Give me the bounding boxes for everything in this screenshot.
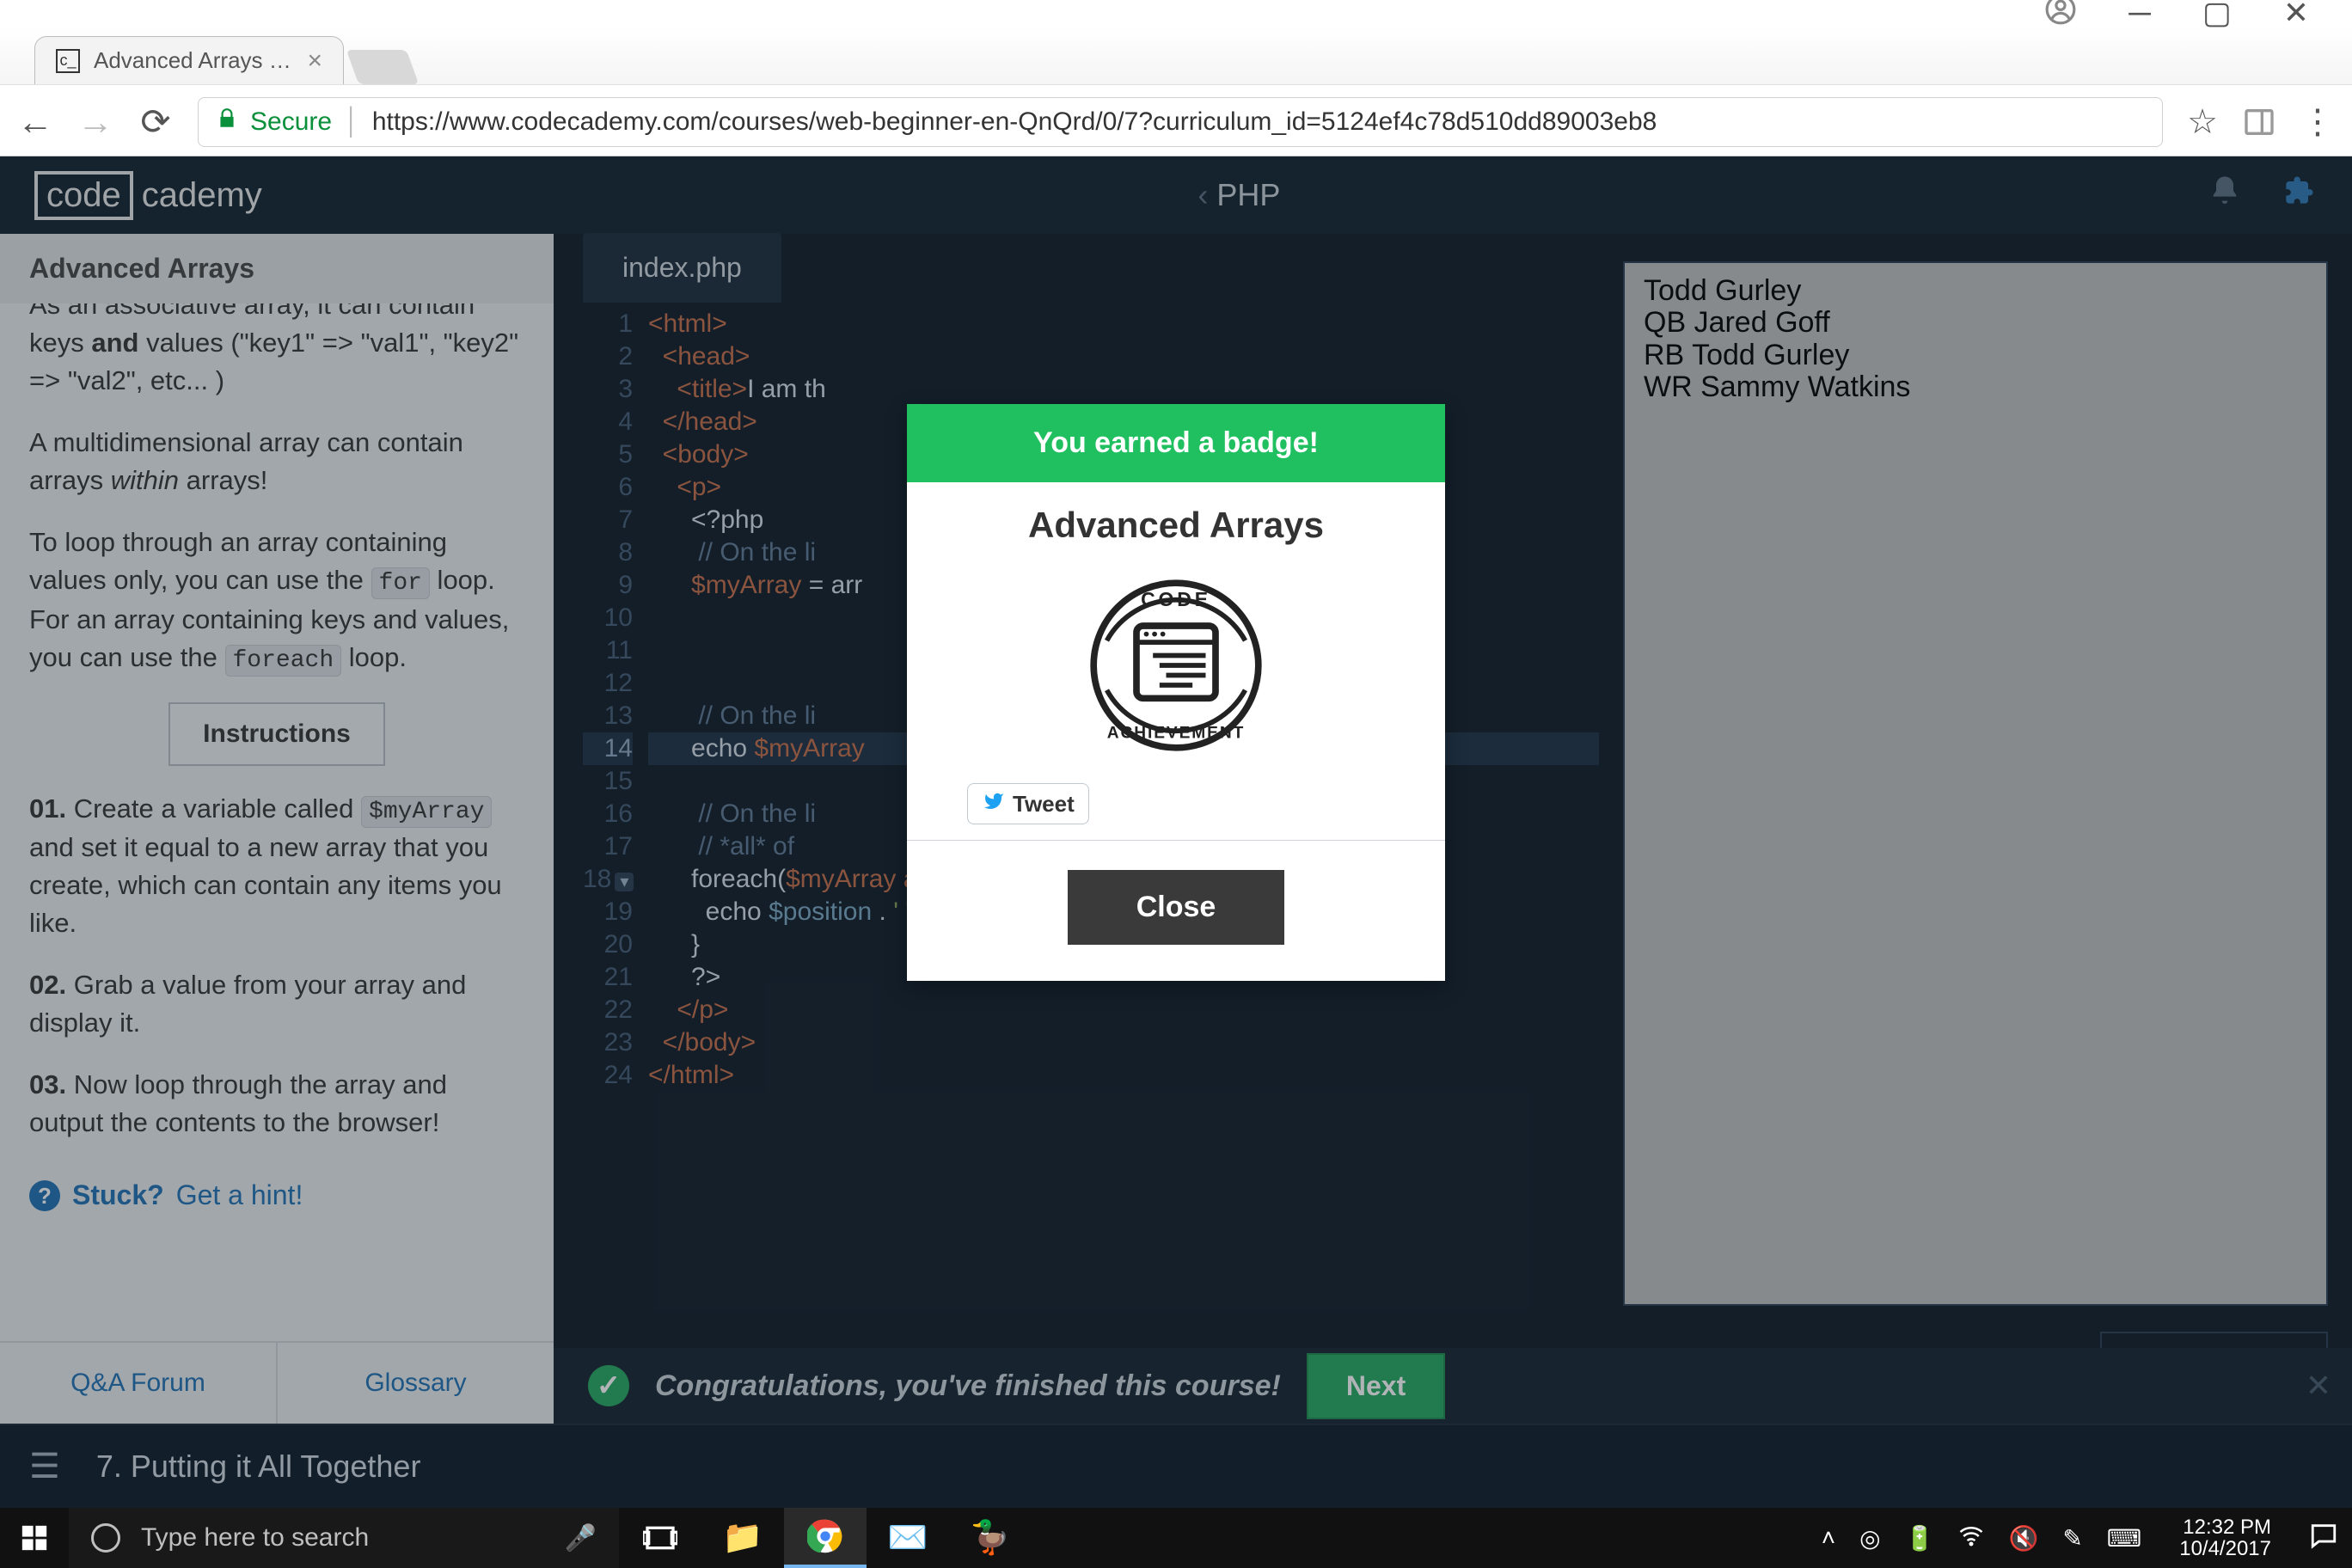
browser-tab[interactable]: c_ Advanced Arrays | Codec × xyxy=(34,36,344,84)
action-center-icon[interactable] xyxy=(2309,1521,2338,1556)
secure-label: Secure xyxy=(250,107,332,137)
chrome-menu-icon[interactable]: ⋮ xyxy=(2300,102,2335,142)
tray-location-icon[interactable]: ◎ xyxy=(1859,1524,1880,1553)
clock-date: 10/4/2017 xyxy=(2179,1538,2271,1559)
profile-icon[interactable] xyxy=(2044,0,2077,34)
taskbar-clock[interactable]: 12:32 PM 10/4/2017 xyxy=(2165,1516,2285,1559)
new-tab-button[interactable] xyxy=(346,50,420,84)
system-tray: ˄ ◎ 🔋 🔇 ✎ ⌨ 12:32 PM 10/4/2017 xyxy=(1808,1516,2352,1559)
tab-title: Advanced Arrays | Codec xyxy=(94,47,293,74)
clock-time: 12:32 PM xyxy=(2179,1516,2271,1538)
url-text: https://www.codecademy.com/courses/web-b… xyxy=(372,107,1657,137)
badge-modal: You earned a badge! Advanced Arrays CODE… xyxy=(907,404,1445,981)
tray-keyboard-icon[interactable]: ⌨ xyxy=(2107,1524,2141,1553)
panels-icon[interactable] xyxy=(2242,105,2276,139)
app-area: codecademy ‹PHP Advanced Arrays As an as… xyxy=(0,156,2352,1508)
address-bar: ← → ⟳ Secure │ https://www.codecademy.co… xyxy=(0,84,2352,158)
modal-banner: You earned a badge! xyxy=(907,404,1445,482)
file-explorer-icon[interactable]: 📁 xyxy=(701,1508,784,1568)
duck-icon[interactable]: 🦆 xyxy=(949,1508,1032,1568)
badge-icon: CODE ACHIEVEMENT xyxy=(1077,567,1275,764)
tweet-label: Tweet xyxy=(1013,791,1075,818)
close-tab-icon[interactable]: × xyxy=(307,46,322,76)
tweet-button[interactable]: Tweet xyxy=(967,783,1089,824)
forward-button: → xyxy=(77,101,113,143)
modal-title: Advanced Arrays xyxy=(907,482,1445,554)
windows-taskbar: Type here to search 🎤 📁 ✉️ 🦆 ˄ ◎ 🔋 🔇 ✎ ⌨… xyxy=(0,1508,2352,1568)
taskbar-search[interactable]: Type here to search 🎤 xyxy=(69,1508,619,1568)
svg-text:ACHIEVEMENT: ACHIEVEMENT xyxy=(1107,724,1246,742)
svg-text:CODE: CODE xyxy=(1141,588,1211,610)
tray-pen-icon[interactable]: ✎ xyxy=(2062,1524,2082,1553)
microphone-icon[interactable]: 🎤 xyxy=(565,1523,597,1553)
reload-button[interactable]: ⟳ xyxy=(138,101,174,143)
twitter-icon xyxy=(982,789,1006,818)
tray-volume-icon[interactable]: 🔇 xyxy=(2008,1524,2038,1553)
minimize-button[interactable]: ─ xyxy=(2128,0,2151,31)
close-button[interactable]: Close xyxy=(1068,870,1285,945)
cortana-icon xyxy=(91,1523,120,1553)
task-view-icon[interactable] xyxy=(619,1508,701,1568)
tray-chevron-icon[interactable]: ˄ xyxy=(1822,1524,1835,1552)
lock-icon xyxy=(216,106,238,138)
bookmark-star-icon[interactable]: ☆ xyxy=(2187,102,2218,142)
tray-wifi-icon[interactable] xyxy=(1958,1522,1984,1554)
url-field[interactable]: Secure │ https://www.codecademy.com/cour… xyxy=(198,97,2163,147)
favicon-icon: c_ xyxy=(56,49,80,73)
close-window-button[interactable]: ✕ xyxy=(2283,0,2309,31)
mail-icon[interactable]: ✉️ xyxy=(867,1508,949,1568)
modal-footer: Close xyxy=(907,840,1445,981)
tab-strip: c_ Advanced Arrays | Codec × xyxy=(0,26,2352,84)
taskbar-pinned: 📁 ✉️ 🦆 xyxy=(619,1508,1032,1568)
chrome-icon[interactable] xyxy=(784,1508,867,1568)
url-separator: │ xyxy=(344,107,360,137)
window-titlebar: ─ ▢ ✕ xyxy=(0,0,2352,26)
tray-battery-icon[interactable]: 🔋 xyxy=(1905,1524,1935,1553)
search-placeholder: Type here to search xyxy=(141,1523,369,1553)
back-button[interactable]: ← xyxy=(17,101,53,143)
start-button[interactable] xyxy=(0,1508,69,1568)
maximize-button[interactable]: ▢ xyxy=(2202,0,2232,31)
browser-chrome: ─ ▢ ✕ c_ Advanced Arrays | Codec × ← → ⟳… xyxy=(0,0,2352,156)
